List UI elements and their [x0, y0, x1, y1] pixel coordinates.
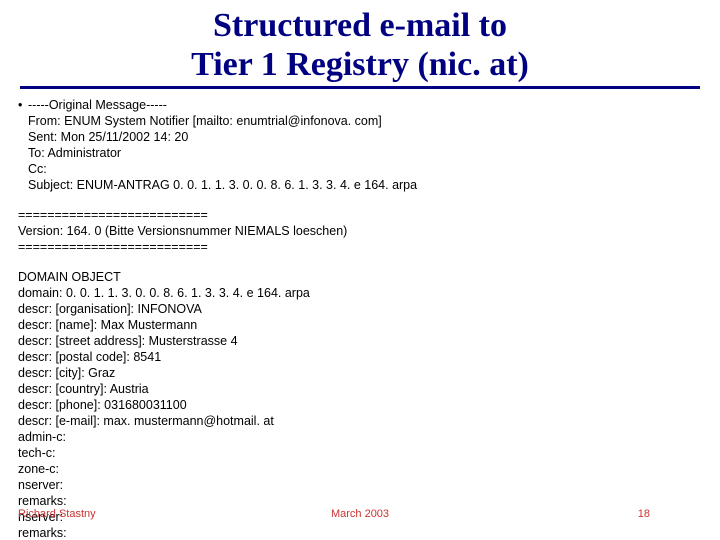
original-message-block: • -----Original Message----- From: ENUM …: [18, 97, 702, 193]
obj-line: descr: [phone]: 031680031100: [18, 397, 702, 413]
obj-line: descr: [country]: Austria: [18, 381, 702, 397]
ver-line: Version: 164. 0 (Bitte Versionsnummer NI…: [18, 223, 702, 239]
obj-line: descr: [city]: Graz: [18, 365, 702, 381]
msg-line: Cc:: [28, 161, 417, 177]
obj-line: admin-c:: [18, 429, 702, 445]
obj-line: DOMAIN OBJECT: [18, 269, 702, 285]
domain-object-block: DOMAIN OBJECT domain: 0. 0. 1. 1. 3. 0. …: [18, 269, 702, 540]
obj-line: remarks:: [18, 525, 702, 540]
title-line-1: Structured e-mail to: [0, 6, 720, 45]
obj-line: descr: [organisation]: INFONOVA: [18, 301, 702, 317]
obj-line: descr: [street address]: Musterstrasse 4: [18, 333, 702, 349]
slide-body: • -----Original Message----- From: ENUM …: [0, 89, 720, 540]
footer-date: March 2003: [0, 508, 720, 520]
footer-page-number: 18: [638, 508, 650, 520]
msg-line: From: ENUM System Notifier [mailto: enum…: [28, 113, 417, 129]
msg-line: -----Original Message-----: [28, 97, 417, 113]
obj-line: domain: 0. 0. 1. 1. 3. 0. 0. 8. 6. 1. 3.…: [18, 285, 702, 301]
msg-line: Subject: ENUM-ANTRAG 0. 0. 1. 1. 3. 0. 0…: [28, 177, 417, 193]
obj-line: remarks:: [18, 493, 702, 509]
message-lines: -----Original Message----- From: ENUM Sy…: [28, 97, 417, 193]
version-block: ========================== Version: 164.…: [18, 207, 702, 255]
obj-line: tech-c:: [18, 445, 702, 461]
obj-line: zone-c:: [18, 461, 702, 477]
slide-title: Structured e-mail to Tier 1 Registry (ni…: [0, 0, 720, 84]
obj-line: descr: [name]: Max Mustermann: [18, 317, 702, 333]
bullet-icon: •: [18, 97, 28, 193]
title-line-2: Tier 1 Registry (nic. at): [0, 45, 720, 84]
ver-line: ==========================: [18, 207, 702, 223]
obj-line: descr: [postal code]: 8541: [18, 349, 702, 365]
obj-line: nserver:: [18, 477, 702, 493]
obj-line: descr: [e-mail]: max. mustermann@hotmail…: [18, 413, 702, 429]
msg-line: Sent: Mon 25/11/2002 14: 20: [28, 129, 417, 145]
msg-line: To: Administrator: [28, 145, 417, 161]
ver-line: ==========================: [18, 239, 702, 255]
slide: Structured e-mail to Tier 1 Registry (ni…: [0, 0, 720, 540]
